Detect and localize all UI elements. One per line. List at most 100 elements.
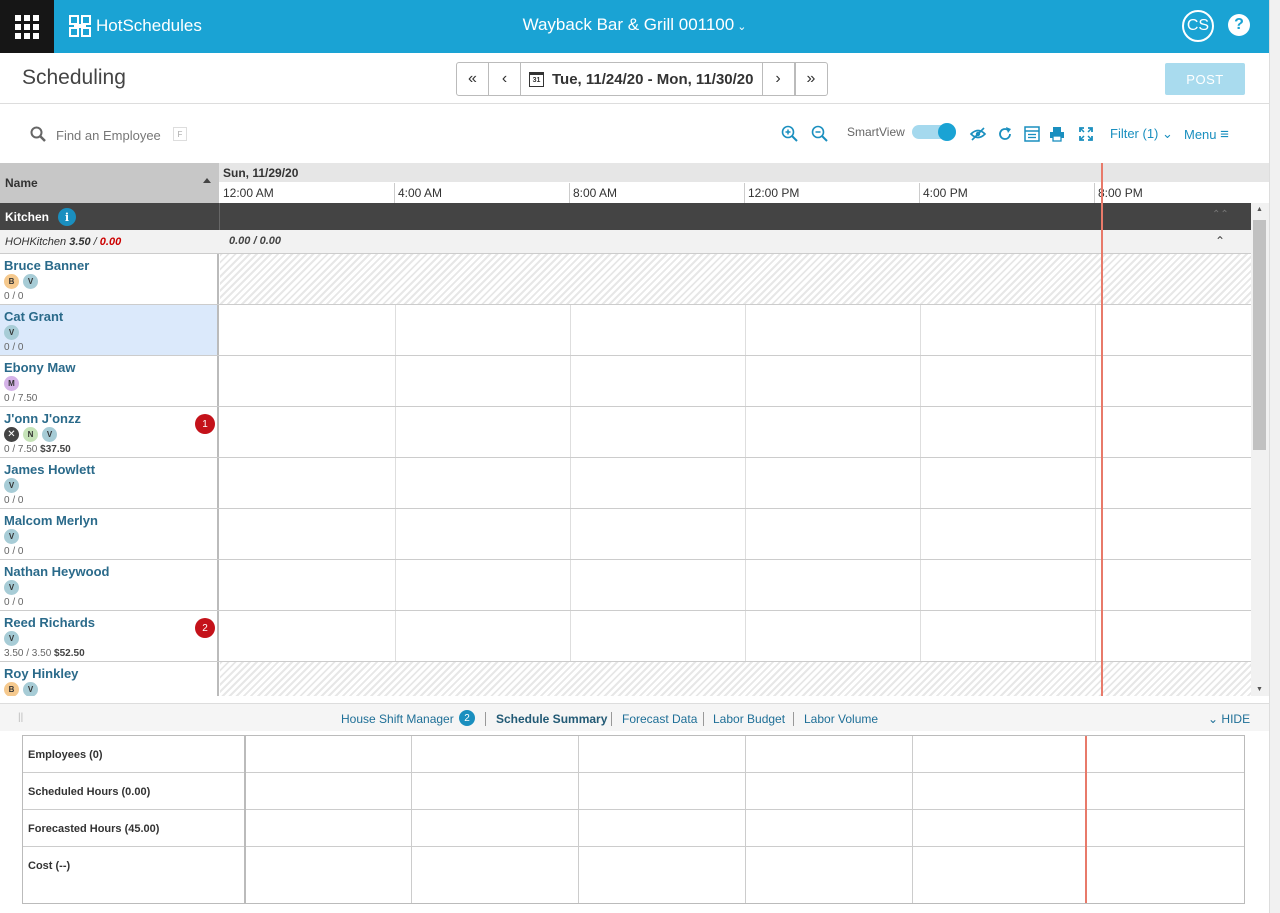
employee-timeline[interactable] (220, 560, 1251, 610)
employee-timeline[interactable] (220, 458, 1251, 508)
employee-name[interactable]: Nathan Heywood (4, 564, 109, 579)
position-badge: V (4, 478, 19, 493)
hour-gridline (395, 356, 396, 406)
post-button[interactable]: POST (1165, 63, 1245, 95)
help-button[interactable]: ? (1228, 14, 1250, 36)
grid-scrollbar[interactable]: ▲ ▼ (1251, 203, 1269, 696)
next-week-button[interactable]: › (763, 63, 795, 95)
subgroup-summary: HOHKitchen 3.50 / 0.00 (5, 236, 121, 248)
drag-handle-icon[interactable]: || (18, 712, 23, 723)
employee-name[interactable]: Ebony Maw (4, 360, 76, 375)
store-selector[interactable]: Wayback Bar & Grill 001100 ⌄ (0, 15, 1269, 35)
date-range-picker[interactable]: 31 Tue, 11/24/20 - Mon, 11/30/20 (521, 63, 763, 95)
employee-name-cell[interactable]: Nathan Heywood V 0 / 0 (0, 560, 219, 610)
info-icon[interactable]: i (58, 208, 76, 226)
list-view-icon[interactable] (1022, 124, 1042, 144)
chevron-up-icon[interactable]: ⌃ (1215, 234, 1225, 248)
employee-timeline[interactable] (220, 662, 1251, 696)
user-avatar[interactable]: CS (1182, 10, 1214, 42)
hour-gridline (920, 458, 921, 508)
smartview-toggle[interactable] (912, 123, 956, 141)
employee-hours: 3.50 / 3.50 $52.50 (4, 648, 85, 659)
employee-name-cell[interactable]: J'onn J'onzz ✕ N V 0 / 7.50 $37.50 1 (0, 407, 219, 457)
employee-name[interactable]: Malcom Merlyn (4, 513, 98, 528)
hour-gridline (745, 560, 746, 610)
fullscreen-icon[interactable] (1076, 124, 1096, 144)
page-scrollbar[interactable] (1269, 0, 1280, 913)
toggle-knob (938, 123, 956, 141)
close-circle-icon: ✕ (4, 427, 19, 442)
refresh-icon[interactable] (995, 124, 1015, 144)
employee-search-input[interactable] (56, 125, 166, 145)
employee-row[interactable]: James Howlett V 0 / 0 (0, 458, 1251, 509)
tab-house-shift-manager[interactable]: House Shift Manager (341, 712, 454, 726)
scrollbar-thumb[interactable] (1253, 220, 1266, 450)
employee-row[interactable]: Cat Grant V 0 / 0 (0, 305, 1251, 356)
employee-name[interactable]: Roy Hinkley (4, 666, 78, 681)
employee-row[interactable]: Roy Hinkley B V (0, 662, 1251, 696)
hour-gridline (1095, 458, 1096, 508)
employee-name-cell[interactable]: Malcom Merlyn V 0 / 0 (0, 509, 219, 559)
zoom-out-icon[interactable] (810, 124, 830, 144)
summary-row-label: Forecasted Hours (45.00) (28, 823, 160, 835)
employee-name[interactable]: Reed Richards (4, 615, 95, 630)
employee-name[interactable]: Bruce Banner (4, 258, 89, 273)
first-week-button[interactable]: « (457, 63, 489, 95)
employee-timeline[interactable] (220, 611, 1251, 661)
filter-button[interactable]: Filter (1) ⌄ (1110, 126, 1173, 142)
employee-row[interactable]: Ebony Maw M 0 / 7.50 (0, 356, 1251, 407)
tab-labor-volume[interactable]: Labor Volume (804, 712, 878, 726)
chevron-down-icon: ⌄ (1162, 126, 1173, 141)
employee-row[interactable]: J'onn J'onzz ✕ N V 0 / 7.50 $37.50 1 (0, 407, 1251, 458)
sort-ascending-icon (203, 178, 211, 183)
timeline-header: Sun, 11/29/20 12:00 AM 4:00 AM 8:00 AM 12:0… (219, 163, 1269, 203)
employee-name-cell[interactable]: Bruce Banner B V 0 / 0 (0, 254, 219, 304)
employee-name-cell[interactable]: Cat Grant V 0 / 0 (0, 305, 219, 355)
employee-name-cell[interactable]: Reed Richards V 3.50 / 3.50 $52.50 2 (0, 611, 219, 661)
employee-timeline[interactable] (220, 356, 1251, 406)
employee-timeline[interactable] (220, 407, 1251, 457)
employee-timeline[interactable] (220, 509, 1251, 559)
employee-name[interactable]: J'onn J'onzz (4, 411, 81, 426)
hour-gridline (1095, 509, 1096, 559)
summary-row-label: Cost (--) (28, 860, 71, 872)
employee-name[interactable]: Cat Grant (4, 309, 63, 324)
employee-row[interactable]: Reed Richards V 3.50 / 3.50 $52.50 2 (0, 611, 1251, 662)
print-icon[interactable] (1047, 124, 1067, 144)
hide-panel-button[interactable]: ⌄ HIDE (1208, 712, 1250, 726)
previous-week-button[interactable]: ‹ (489, 63, 521, 95)
tab-forecast-data[interactable]: Forecast Data (622, 712, 697, 726)
employee-row[interactable]: Bruce Banner B V 0 / 0 (0, 254, 1251, 305)
employee-timeline[interactable] (220, 254, 1251, 304)
employee-name[interactable]: James Howlett (4, 462, 95, 477)
last-week-button[interactable]: » (794, 63, 827, 95)
position-badges: V (4, 325, 23, 340)
scroll-down-icon[interactable]: ▼ (1256, 686, 1263, 693)
position-badge: V (4, 631, 19, 646)
bottom-panel-tabs: || House Shift Manager 2 Schedule Summar… (0, 703, 1269, 731)
employee-name-cell[interactable]: Ebony Maw M 0 / 7.50 (0, 356, 219, 406)
hour-gridline (745, 407, 746, 457)
employee-timeline[interactable] (220, 305, 1251, 355)
hour-gridline (395, 560, 396, 610)
employee-name-cell[interactable]: Roy Hinkley B V (0, 662, 219, 696)
employee-row[interactable]: Nathan Heywood V 0 / 0 (0, 560, 1251, 611)
collapse-all-icon[interactable]: ⌃⌃ (1212, 209, 1229, 220)
tab-labor-budget[interactable]: Labor Budget (713, 712, 785, 726)
tab-schedule-summary[interactable]: Schedule Summary (496, 712, 607, 726)
header-divider (0, 103, 1269, 104)
name-column-header[interactable]: Name (0, 163, 219, 203)
hour-gridline (570, 458, 571, 508)
filter-label: Filter (1) (1110, 126, 1159, 141)
alert-count-badge[interactable]: 2 (195, 618, 215, 638)
employee-name-cell[interactable]: James Howlett V 0 / 0 (0, 458, 219, 508)
scroll-up-icon[interactable]: ▲ (1256, 206, 1263, 213)
alert-count-badge[interactable]: 1 (195, 414, 215, 434)
menu-button[interactable]: Menu ≡ (1184, 126, 1229, 143)
hide-icon[interactable] (968, 124, 988, 144)
employee-row[interactable]: Malcom Merlyn V 0 / 0 (0, 509, 1251, 560)
zoom-in-icon[interactable] (780, 124, 800, 144)
top-bar: HotSchedules Wayback Bar & Grill 001100 ⌄… (0, 0, 1269, 53)
date-range-label: Tue, 11/24/20 - Mon, 11/30/20 (552, 70, 754, 88)
hour-gridline (745, 305, 746, 355)
